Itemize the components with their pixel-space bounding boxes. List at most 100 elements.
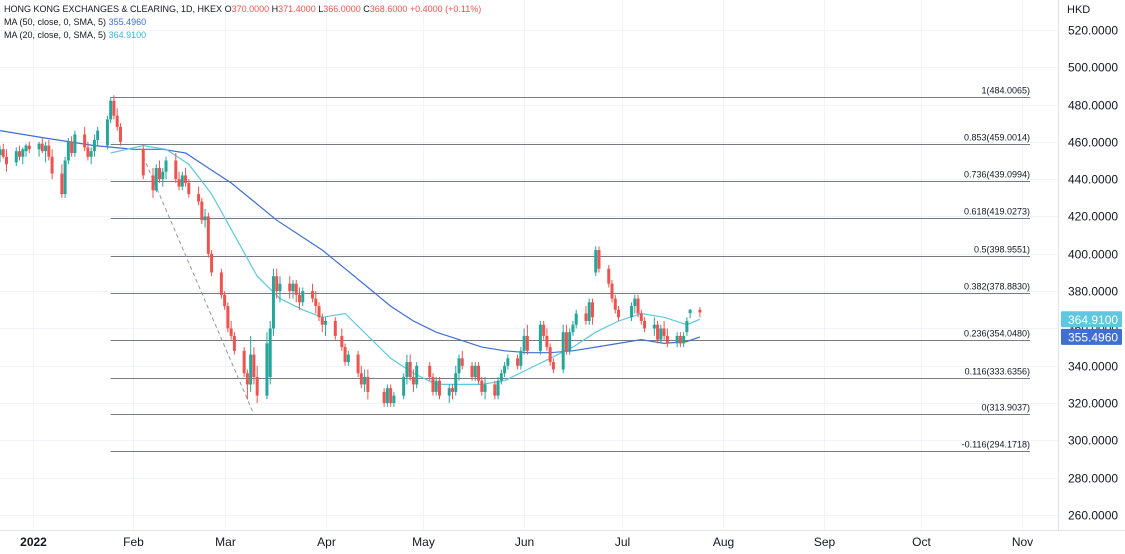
candle-body [402, 376, 406, 396]
candle [288, 276, 292, 299]
candle [197, 186, 201, 206]
time-tick-label: Sep [814, 535, 836, 549]
candle [206, 212, 210, 258]
ma50-value: 355.4960 [108, 17, 147, 27]
candle [428, 362, 432, 381]
candle [66, 138, 70, 165]
candle-body [60, 173, 64, 195]
candle [685, 317, 689, 336]
candle [480, 376, 484, 396]
candle [301, 287, 305, 307]
candle-body [340, 335, 344, 348]
candle-body [0, 149, 2, 155]
ma50-polyline [0, 130, 701, 354]
candle-body [359, 373, 363, 385]
fib-level-label: 1(484.0065) [981, 86, 1030, 96]
candle-body [118, 126, 122, 142]
time-tick-label: Aug [713, 535, 734, 549]
candle-body [226, 306, 230, 329]
price-tick-label: 260.0000 [1068, 509, 1118, 523]
candle-body [206, 216, 210, 254]
candle [164, 156, 168, 180]
time-axis[interactable]: 2022 Feb Mar Apr May Jun Jul Aug Sep Oct Nov [20, 535, 1033, 549]
candle-body [73, 134, 77, 154]
candle [571, 320, 575, 336]
fib-level-label: 0.853(459.0014) [964, 133, 1030, 143]
candle [545, 328, 549, 351]
candle-body [297, 294, 301, 303]
candle [255, 365, 259, 404]
candle [21, 147, 25, 165]
grid [0, 0, 1058, 530]
candle [613, 294, 617, 314]
candle [477, 362, 481, 385]
candle [408, 354, 412, 381]
price-tick-label: 300.0000 [1068, 434, 1118, 448]
candle-body [415, 365, 419, 385]
candlestick-series [0, 95, 702, 407]
price-chart[interactable]: 1(484.0065) 0.853(459.0014) 0.736(439.0994… [0, 0, 1125, 554]
candle [154, 164, 158, 193]
candle-body [613, 298, 617, 310]
candle-body [47, 145, 51, 157]
candle-body [643, 320, 647, 329]
candle [184, 167, 188, 187]
candle-body [682, 335, 686, 344]
fib-level-label: 0.736(439.0994) [964, 170, 1030, 180]
candle-body [92, 139, 96, 152]
candle [678, 332, 682, 348]
candle [343, 343, 347, 366]
candle [450, 384, 454, 400]
price-tick-label: 440.0000 [1068, 173, 1118, 187]
candle-body [27, 145, 31, 150]
candle-body [291, 283, 295, 292]
candle [112, 95, 116, 120]
price-tick-label: 480.0000 [1068, 99, 1118, 113]
ma20-value: 364.9100 [108, 30, 147, 40]
symbol-title[interactable]: HONG KONG EXCHANGES & CLEARING, 1D, HKEX [4, 4, 222, 14]
candle-body [5, 156, 9, 165]
candle [402, 373, 406, 400]
candle-body [610, 283, 614, 299]
candle-body [516, 358, 520, 366]
candle [415, 362, 419, 389]
candle [50, 149, 54, 180]
ma20-label: MA (20, close, 0, SMA, 5) [4, 30, 107, 40]
candle [454, 365, 458, 396]
candle-body [454, 373, 458, 392]
candle-body [14, 151, 18, 163]
candle [229, 320, 233, 340]
candle [392, 391, 396, 407]
candle [249, 335, 253, 392]
candle-body [275, 276, 279, 292]
candle [268, 320, 272, 385]
candle [174, 153, 178, 183]
candle [24, 143, 28, 157]
price-axis[interactable]: 260.0000 280.0000 300.0000 320.0000 340.0000… [1068, 24, 1118, 523]
candle-body [66, 141, 70, 161]
candle-body [314, 298, 318, 307]
legend-ma50-row[interactable]: MA (50, close, 0, SMA, 5) 355.4960 [4, 16, 481, 29]
candle [437, 376, 441, 400]
candle-body [18, 151, 22, 157]
candle-body [470, 365, 474, 377]
fibonacci-retracement[interactable]: 1(484.0065) 0.853(459.0014) 0.736(439.0994… [110, 86, 1030, 452]
candle [161, 167, 165, 187]
candle-body [382, 391, 386, 404]
candle-body [200, 201, 204, 221]
candle [551, 358, 555, 374]
candle-body [164, 160, 168, 172]
fib-level-label: 0.382(378.8830) [964, 282, 1030, 292]
candle-body [405, 362, 409, 377]
ma50-line [0, 130, 701, 354]
fib-level-label: 0(313.9037) [981, 403, 1030, 413]
candle-body [177, 179, 181, 187]
price-tick-label: 400.0000 [1068, 248, 1118, 262]
legend-ma20-row[interactable]: MA (20, close, 0, SMA, 5) 364.9100 [4, 29, 481, 42]
time-tick-label: 2022 [20, 535, 47, 549]
chart-legend: HONG KONG EXCHANGES & CLEARING, 1D, HKEX… [4, 3, 481, 42]
time-tick-label: Nov [1012, 535, 1033, 549]
candle [538, 320, 542, 355]
candle-body [431, 376, 435, 392]
candle [18, 145, 22, 161]
